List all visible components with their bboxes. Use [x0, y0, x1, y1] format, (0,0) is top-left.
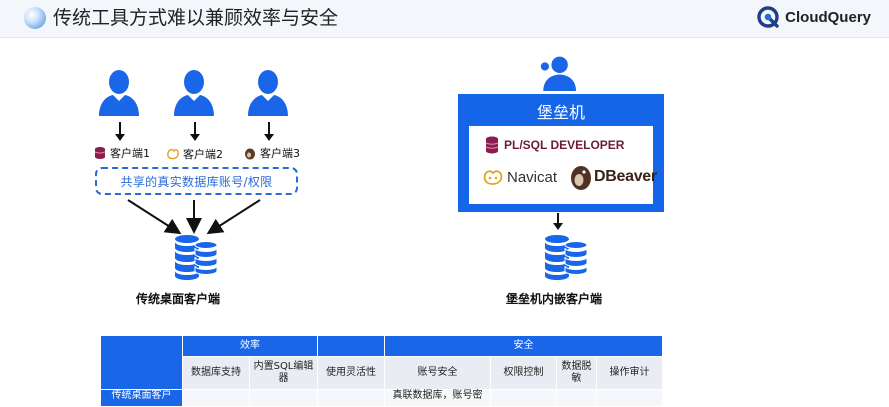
column-header: 使用灵活性: [317, 356, 385, 390]
table-cell: [556, 389, 597, 407]
arrow-down: [264, 122, 274, 141]
group-gap: [317, 335, 385, 357]
table-cell: [490, 389, 557, 407]
arrow-down: [190, 122, 200, 141]
plsql-label: PL/SQL DEVELOPER: [504, 138, 625, 152]
table-group-row: 效率 安全: [100, 335, 663, 390]
navicat-icon: [483, 170, 503, 185]
client-1: 客户端1: [93, 145, 150, 161]
table-cell: [317, 389, 385, 407]
dbeaver-label: DBeaver: [594, 168, 657, 185]
admin-user-icon: [540, 56, 576, 91]
user-icon: [248, 70, 288, 116]
dbeaver-icon: [571, 166, 591, 190]
embedded-clients: PL/SQL DEVELOPER Navicat DBeaver: [469, 126, 657, 204]
database-icon: [545, 235, 588, 280]
brand: CloudQuery: [757, 6, 871, 28]
page-title: 传统工具方式难以兼顾效率与安全: [53, 7, 339, 29]
column-header: 数据库支持: [182, 356, 250, 390]
plsql-icon: [485, 136, 499, 154]
client-3: 客户端3: [243, 145, 300, 161]
navicat-icon: [167, 148, 179, 160]
table-cell: [596, 389, 663, 407]
title-orb-icon: [24, 7, 46, 29]
user-icon: [174, 70, 214, 116]
client-label: 客户端3: [260, 147, 300, 160]
dbeaver-logo: DBeaver: [570, 163, 657, 191]
client-label: 客户端2: [183, 148, 223, 161]
right-caption: 堡垒机内嵌客户端: [506, 292, 603, 306]
arrow-down: [553, 213, 563, 230]
dbeaver-icon: [245, 148, 255, 160]
client-2: 客户端2: [166, 146, 223, 162]
bastion-host-panel: 堡垒机 PL/SQL DEVELOPER Navicat DBeaver: [458, 94, 664, 212]
column-header: 账号安全: [384, 356, 491, 390]
arrow-down: [115, 122, 125, 141]
table-cell: [249, 389, 318, 407]
navicat-label: Navicat: [507, 168, 558, 186]
brand-name: CloudQuery: [785, 8, 871, 26]
database-icon: [175, 235, 218, 280]
comparison-table: 效率 安全 数据库支持 内置SQL编辑器 使用灵活性 账号安全 权限控制 数据脱…: [100, 335, 663, 407]
header-bar: 传统工具方式难以兼顾效率与安全 CloudQuery: [0, 0, 889, 38]
bastion-title: 堡垒机: [536, 103, 585, 122]
table-cell: 真联数据库，账号密: [384, 389, 491, 407]
client-label: 客户端1: [110, 147, 150, 160]
converging-arrows: [127, 199, 261, 235]
row-header: 传统桌面客户: [100, 389, 183, 407]
user-icon: [99, 70, 139, 116]
cloudquery-logo: [757, 6, 779, 28]
shared-account-box: 共享的真实数据库账号/权限: [95, 167, 298, 195]
group-security: 安全: [384, 335, 663, 357]
plsql-developer-logo: PL/SQL DEVELOPER: [485, 136, 624, 154]
group-efficiency: 效率: [182, 335, 318, 357]
column-header: 权限控制: [490, 356, 557, 390]
table-cell: [182, 389, 250, 407]
table-corner: [100, 335, 183, 390]
plsql-icon: [94, 147, 106, 159]
column-header: 数据脱敏: [556, 356, 597, 390]
left-caption: 传统桌面客户端: [136, 292, 221, 306]
table-row: 传统桌面客户 真联数据库，账号密: [100, 389, 663, 407]
column-header: 操作审计: [596, 356, 663, 390]
navicat-logo: Navicat: [483, 168, 557, 186]
column-header: 内置SQL编辑器: [249, 356, 318, 390]
table-header-row: 数据库支持 内置SQL编辑器 使用灵活性 账号安全 权限控制 数据脱敏 操作审计: [101, 356, 663, 390]
